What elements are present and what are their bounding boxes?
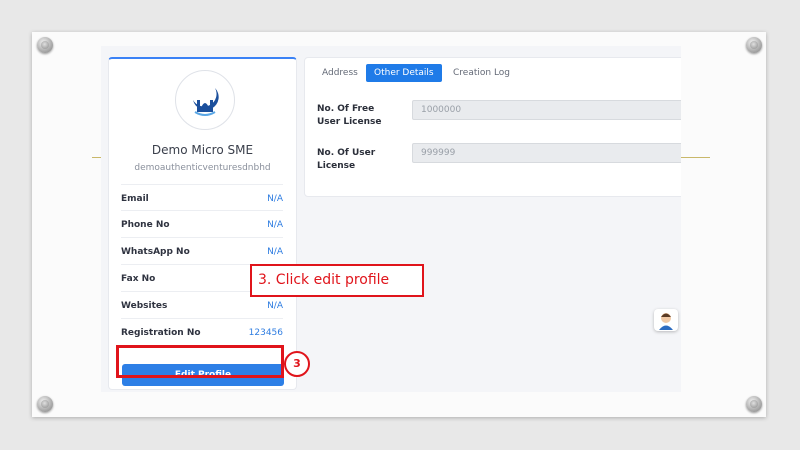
details-card: Address Other Details Creation Log No. O… bbox=[304, 57, 681, 197]
phone-label: Phone No bbox=[121, 220, 170, 230]
tab-creation-log[interactable]: Creation Log bbox=[445, 64, 518, 82]
websites-label: Websites bbox=[121, 301, 168, 311]
info-row-registration: Registration No 123456 bbox=[121, 318, 283, 345]
free-license-field[interactable]: 1000000 bbox=[412, 100, 681, 120]
info-row-email: Email N/A bbox=[121, 184, 283, 211]
edit-profile-highlight bbox=[116, 345, 284, 378]
profile-card: Demo Micro SME demoauthenticventuresdnbh… bbox=[108, 57, 297, 390]
registration-label: Registration No bbox=[121, 328, 201, 338]
registration-value[interactable]: 123456 bbox=[249, 328, 283, 338]
org-avatar bbox=[175, 70, 235, 130]
org-name: Demo Micro SME bbox=[151, 143, 254, 157]
user-license-label: No. Of User License bbox=[317, 148, 376, 171]
support-agent-icon bbox=[659, 313, 673, 330]
org-username: demoauthenticventuresdnbhd bbox=[134, 163, 271, 173]
phone-value[interactable]: N/A bbox=[267, 220, 283, 230]
whatsapp-label: WhatsApp No bbox=[121, 247, 190, 257]
details-tabs: Address Other Details Creation Log bbox=[305, 58, 681, 88]
screw-top-right-icon bbox=[746, 37, 762, 53]
tab-other-details[interactable]: Other Details bbox=[366, 64, 442, 82]
whatsapp-value[interactable]: N/A bbox=[267, 247, 283, 257]
free-license-label: No. Of Free User License bbox=[317, 104, 382, 127]
email-value[interactable]: N/A bbox=[267, 194, 283, 204]
app-screenshot: Demo Micro SME demoauthenticventuresdnbh… bbox=[101, 46, 681, 392]
email-label: Email bbox=[121, 194, 149, 204]
info-row-whatsapp: WhatsApp No N/A bbox=[121, 237, 283, 264]
step-number-badge: 3 bbox=[284, 351, 310, 377]
user-license-field[interactable]: 999999 bbox=[412, 143, 681, 163]
tab-address[interactable]: Address bbox=[314, 64, 366, 82]
screw-bottom-left-icon bbox=[37, 396, 53, 412]
info-row-phone: Phone No N/A bbox=[121, 210, 283, 237]
instruction-callout: 3. Click edit profile bbox=[250, 264, 424, 297]
decorative-line-right bbox=[680, 157, 710, 158]
screw-top-left-icon bbox=[37, 37, 53, 53]
mosque-crescent-logo-icon bbox=[193, 88, 219, 116]
screw-bottom-right-icon bbox=[746, 396, 762, 412]
fax-label: Fax No bbox=[121, 274, 156, 284]
websites-value[interactable]: N/A bbox=[267, 301, 283, 311]
support-button[interactable] bbox=[654, 309, 678, 331]
